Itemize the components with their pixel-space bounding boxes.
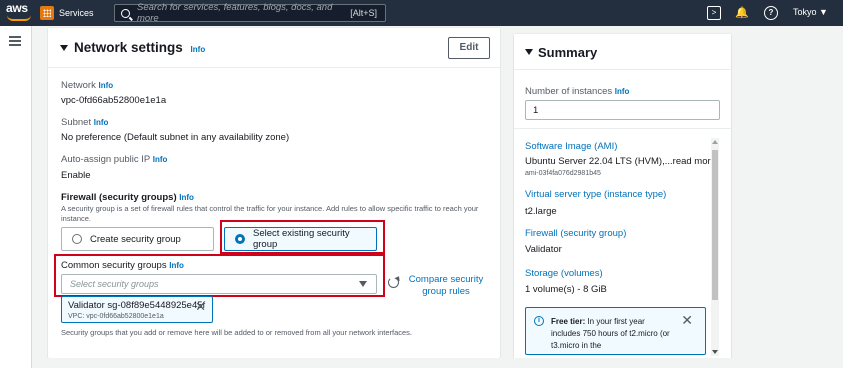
- firewall-info-link[interactable]: Info: [179, 193, 194, 202]
- selected-security-group-token: Validator sg-08f89e5448925e45f VPC: vpc-…: [61, 296, 213, 323]
- refresh-icon[interactable]: [388, 277, 399, 288]
- instances-label-text: Number of instances: [525, 86, 613, 97]
- page-bottom-strip: [32, 358, 843, 368]
- scroll-up-arrow-icon[interactable]: [712, 140, 718, 144]
- summary-header: Summary: [514, 34, 731, 70]
- common-sg-label-text: Common security groups: [61, 260, 167, 271]
- services-label: Services: [59, 8, 94, 18]
- bell-icon[interactable]: 🔔: [735, 6, 749, 20]
- left-navigation-rail: [0, 26, 32, 368]
- common-sg-info-link[interactable]: Info: [169, 261, 184, 270]
- subnet-info-link[interactable]: Info: [94, 118, 109, 127]
- storage-value: 1 volume(s) - 8 GiB: [525, 284, 607, 295]
- public-ip-value: Enable: [61, 170, 91, 181]
- ami-link[interactable]: Software Image (AMI): [525, 141, 617, 152]
- ami-value: Ubuntu Server 22.04 LTS (HVM),...read mo…: [525, 156, 716, 167]
- top-navigation-bar: aws Services Search for services, featur…: [0, 0, 843, 26]
- summary-collapse-caret-icon[interactable]: [525, 49, 533, 55]
- radio-unselected-icon: [72, 234, 82, 244]
- panel-title: Network settings Info: [74, 40, 205, 55]
- token-vpc: VPC: vpc-0fd66ab52800e1e1a: [68, 313, 164, 320]
- network-label: Network Info: [61, 80, 113, 91]
- security-groups-footer-text: Security groups that you add or remove h…: [61, 328, 413, 337]
- remove-token-icon[interactable]: ✕: [195, 299, 206, 315]
- create-security-group-option[interactable]: Create security group: [61, 227, 214, 251]
- subnet-value: No preference (Default subnet in any ava…: [61, 132, 290, 143]
- search-shortcut: [Alt+S]: [350, 8, 377, 18]
- firewall-summary-value: Validator: [525, 244, 562, 255]
- subnet-label-text: Subnet: [61, 117, 92, 128]
- panel-header: Network settings Info Edit: [48, 28, 500, 68]
- security-groups-select[interactable]: Select security groups: [61, 274, 377, 294]
- aws-logo[interactable]: aws: [6, 1, 34, 23]
- network-info-link[interactable]: Info: [98, 81, 113, 90]
- info-circle-icon: i: [534, 316, 544, 326]
- select-existing-security-group-option[interactable]: Select existing security group: [224, 227, 377, 251]
- network-settings-panel: Network settings Info Edit Network Info …: [48, 28, 500, 358]
- region-selector[interactable]: Tokyo ▼: [793, 7, 828, 17]
- search-placeholder: Search for services, features, blogs, do…: [137, 2, 333, 24]
- public-ip-label: Auto-assign public IP Info: [61, 154, 167, 165]
- public-ip-label-text: Auto-assign public IP: [61, 154, 151, 165]
- network-label-text: Network: [61, 80, 96, 91]
- select-placeholder: Select security groups: [70, 279, 159, 289]
- instance-type-value: t2.large: [525, 206, 557, 217]
- number-of-instances-input[interactable]: 1: [525, 100, 720, 120]
- aws-logo-text: aws: [6, 1, 28, 15]
- instances-info-link[interactable]: Info: [615, 87, 630, 96]
- token-name: Validator sg-08f89e5448925e45f: [68, 300, 206, 311]
- instance-type-link[interactable]: Virtual server type (instance type): [525, 189, 666, 200]
- hamburger-menu-icon[interactable]: [9, 36, 21, 46]
- firewall-label: Firewall (security groups) Info: [61, 192, 194, 203]
- dismiss-alert-icon[interactable]: ✕: [681, 312, 693, 329]
- summary-scrollbar[interactable]: [711, 138, 719, 356]
- aws-smile-icon: [7, 15, 31, 21]
- storage-link[interactable]: Storage (volumes): [525, 268, 603, 279]
- create-option-label: Create security group: [90, 233, 181, 245]
- firewall-description: A security group is a set of firewall ru…: [61, 204, 479, 223]
- scroll-thumb[interactable]: [712, 150, 718, 300]
- collapse-caret-icon[interactable]: [60, 45, 68, 51]
- compare-security-group-rules-link[interactable]: Compare security group rules: [406, 274, 486, 298]
- free-tier-text: Free tier: In your first year includes 7…: [551, 316, 671, 352]
- free-tier-alert: i Free tier: In your first year includes…: [525, 307, 706, 355]
- common-security-groups-label: Common security groups Info: [61, 260, 184, 271]
- scroll-down-arrow-icon[interactable]: [712, 350, 718, 354]
- network-value: vpc-0fd66ab52800e1e1a: [61, 95, 167, 106]
- grid-icon: [40, 6, 54, 20]
- services-menu-button[interactable]: Services: [40, 4, 94, 22]
- free-tier-bold: Free tier:: [551, 317, 586, 326]
- firewall-summary-link[interactable]: Firewall (security group): [525, 228, 626, 239]
- search-icon: [121, 8, 130, 18]
- edit-button[interactable]: Edit: [448, 37, 490, 59]
- radio-selected-icon: [235, 234, 245, 244]
- public-ip-info-link[interactable]: Info: [153, 155, 168, 164]
- subnet-label: Subnet Info: [61, 117, 108, 128]
- summary-panel: Summary Number of instances Info 1 Softw…: [514, 34, 731, 368]
- summary-title: Summary: [538, 45, 598, 60]
- ami-id: ami-03f4fa076d2981b45: [525, 170, 601, 177]
- instances-label: Number of instances Info: [525, 86, 629, 97]
- summary-divider: [514, 128, 731, 129]
- cloudshell-icon[interactable]: >: [707, 6, 721, 20]
- dropdown-caret-icon: [359, 281, 367, 287]
- info-link[interactable]: Info: [191, 45, 206, 54]
- existing-option-label: Select existing security group: [252, 228, 350, 250]
- global-search-input[interactable]: Search for services, features, blogs, do…: [114, 2, 386, 24]
- firewall-label-text: Firewall (security groups): [61, 192, 177, 203]
- panel-title-text: Network settings: [74, 40, 183, 55]
- help-icon[interactable]: ?: [764, 6, 778, 20]
